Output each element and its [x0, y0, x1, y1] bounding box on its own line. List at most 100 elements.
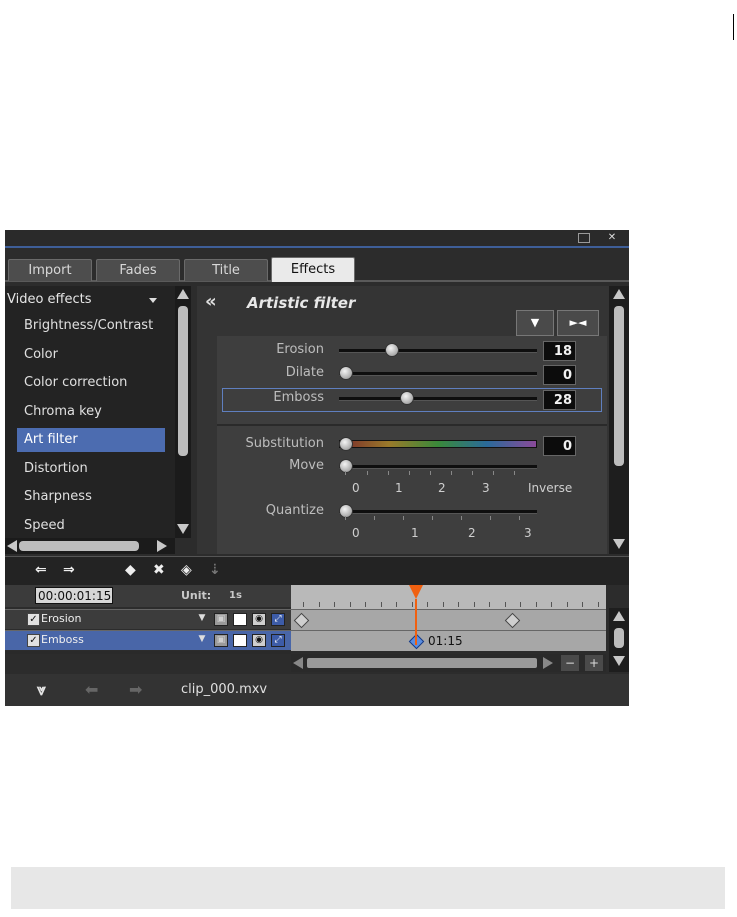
- redo-arrow-icon[interactable]: ➡: [129, 680, 142, 699]
- keyframe-icon[interactable]: [293, 612, 310, 629]
- tab-fades[interactable]: Fades: [96, 259, 180, 281]
- move-slider-track[interactable]: [339, 465, 537, 469]
- keyframe-time-label: 01:15: [428, 634, 463, 648]
- tab-import[interactable]: Import: [8, 259, 92, 281]
- effects-list-vscrollbar[interactable]: [175, 286, 191, 538]
- list-item[interactable]: Color correction: [17, 371, 165, 395]
- quantize-tick-label: 0: [352, 526, 360, 540]
- window-titlebar: ✕: [5, 230, 629, 248]
- tab-effects[interactable]: Effects: [271, 257, 355, 282]
- scroll-down-icon[interactable]: [177, 524, 189, 534]
- maximize-icon[interactable]: [578, 233, 590, 243]
- eye-icon[interactable]: ◉: [252, 634, 266, 647]
- list-item[interactable]: Distortion: [17, 457, 165, 481]
- chevron-down-icon[interactable]: [149, 298, 157, 303]
- track-row-emboss[interactable]: ✓ Emboss ▼ ▣ ◉ ⤢: [5, 630, 291, 650]
- ruler-tick: [334, 602, 335, 607]
- add-keyframe-icon[interactable]: ◆: [125, 562, 136, 578]
- scroll-up-icon[interactable]: [177, 289, 189, 299]
- erosion-slider-knob[interactable]: [384, 343, 399, 357]
- unit-value[interactable]: 1s: [229, 590, 242, 601]
- scroll-thumb[interactable]: [307, 658, 537, 668]
- keyframe-icon[interactable]: [504, 612, 521, 629]
- param-label-move: Move: [289, 458, 324, 473]
- zoom-in-button[interactable]: +: [585, 655, 603, 671]
- reset-button[interactable]: ►◄: [557, 310, 599, 336]
- scroll-up-icon[interactable]: [613, 611, 625, 621]
- effects-category-dropdown[interactable]: Video effects: [7, 292, 92, 307]
- preset-dropdown-button[interactable]: ▼: [516, 310, 554, 336]
- param-label-quantize: Quantize: [265, 503, 324, 518]
- chevron-down-icon[interactable]: ▼: [195, 634, 209, 647]
- scroll-left-icon[interactable]: [7, 540, 17, 552]
- scroll-thumb[interactable]: [178, 306, 188, 456]
- timecode-field[interactable]: 00:00:01:15: [35, 587, 113, 604]
- scroll-thumb[interactable]: [19, 541, 139, 551]
- ruler-tick: [427, 602, 428, 607]
- param-label-erosion: Erosion: [276, 342, 324, 357]
- copy-keyframe-icon[interactable]: ◈: [181, 562, 192, 578]
- emboss-value-field[interactable]: 28: [543, 390, 576, 410]
- timeline-vscrollbar[interactable]: [609, 608, 629, 672]
- playhead-marker-icon[interactable]: [409, 585, 423, 599]
- chevron-down-icon[interactable]: ▼: [195, 613, 209, 626]
- scroll-left-icon[interactable]: [293, 657, 303, 669]
- substitution-slider-knob[interactable]: [339, 437, 353, 451]
- curve-icon[interactable]: ⤢: [271, 634, 285, 647]
- substitution-color-slider[interactable]: [339, 440, 537, 448]
- quantize-slider-track[interactable]: [339, 510, 537, 514]
- erosion-value-field[interactable]: 18: [543, 341, 576, 361]
- emboss-slider-track[interactable]: [339, 397, 537, 401]
- list-item[interactable]: Sharpness: [17, 485, 165, 509]
- scroll-up-icon[interactable]: [613, 289, 625, 299]
- white-square-icon[interactable]: [233, 613, 247, 626]
- camera-icon[interactable]: ▣: [214, 613, 228, 626]
- dilate-value-field[interactable]: 0: [543, 365, 576, 385]
- ruler-tick: [380, 602, 382, 607]
- scroll-down-icon[interactable]: [613, 539, 625, 549]
- checkbox-icon[interactable]: ✓: [27, 634, 40, 647]
- white-square-icon[interactable]: [233, 634, 247, 647]
- curve-icon[interactable]: ⤢: [271, 613, 285, 626]
- delete-keyframe-icon[interactable]: ✖: [153, 562, 165, 578]
- eye-icon[interactable]: ◉: [252, 613, 266, 626]
- checkbox-icon[interactable]: ✓: [27, 613, 40, 626]
- paste-keyframe-icon[interactable]: ⇣: [209, 562, 221, 578]
- next-keyframe-icon[interactable]: ⇒: [63, 562, 75, 578]
- list-item[interactable]: Brightness/Contrast: [17, 314, 165, 338]
- scroll-right-icon[interactable]: [157, 540, 167, 552]
- track-lane-emboss[interactable]: 01:15: [291, 630, 606, 651]
- back-double-chevron-icon[interactable]: «: [205, 291, 217, 312]
- zoom-out-button[interactable]: −: [561, 655, 579, 671]
- emboss-slider-knob[interactable]: [399, 391, 414, 405]
- scroll-thumb[interactable]: [614, 306, 624, 466]
- scroll-down-icon[interactable]: [613, 656, 625, 666]
- prev-keyframe-icon[interactable]: ⇐: [35, 562, 47, 578]
- timeline-hscrollbar[interactable]: − +: [291, 654, 606, 672]
- footer-bar: [11, 867, 725, 909]
- list-item[interactable]: Chroma key: [17, 400, 165, 424]
- keyframe-toolbar: ⇐ ⇒ ◆ ✖ ◈ ⇣: [5, 556, 629, 585]
- parameters-vscrollbar[interactable]: [609, 286, 629, 554]
- list-item[interactable]: Color: [17, 343, 165, 367]
- dilate-slider-knob[interactable]: [339, 366, 353, 380]
- list-item[interactable]: Speed: [17, 514, 165, 538]
- scroll-thumb[interactable]: [614, 628, 624, 648]
- tab-title[interactable]: Title: [184, 259, 268, 281]
- ruler-tick: [597, 602, 599, 607]
- collapse-chevron-icon[interactable]: ⩔: [37, 680, 46, 700]
- erosion-slider-track[interactable]: [339, 349, 537, 353]
- scroll-right-icon[interactable]: [543, 657, 553, 669]
- move-tick-label: 0: [352, 481, 360, 495]
- undo-arrow-icon[interactable]: ⬅: [85, 680, 98, 699]
- effects-list-hscrollbar[interactable]: [5, 538, 175, 554]
- dilate-slider-track[interactable]: [339, 372, 537, 376]
- track-lane-erosion[interactable]: [291, 609, 606, 630]
- camera-icon[interactable]: ▣: [214, 634, 228, 647]
- list-item[interactable]: Art filter: [17, 428, 165, 452]
- substitution-value-field[interactable]: 0: [543, 436, 576, 456]
- track-row-erosion[interactable]: ✓ Erosion ▼ ▣ ◉ ⤢: [5, 609, 291, 629]
- close-icon[interactable]: ✕: [605, 232, 619, 244]
- track-name: Erosion: [41, 612, 82, 625]
- move-tick-label: 1: [395, 481, 403, 495]
